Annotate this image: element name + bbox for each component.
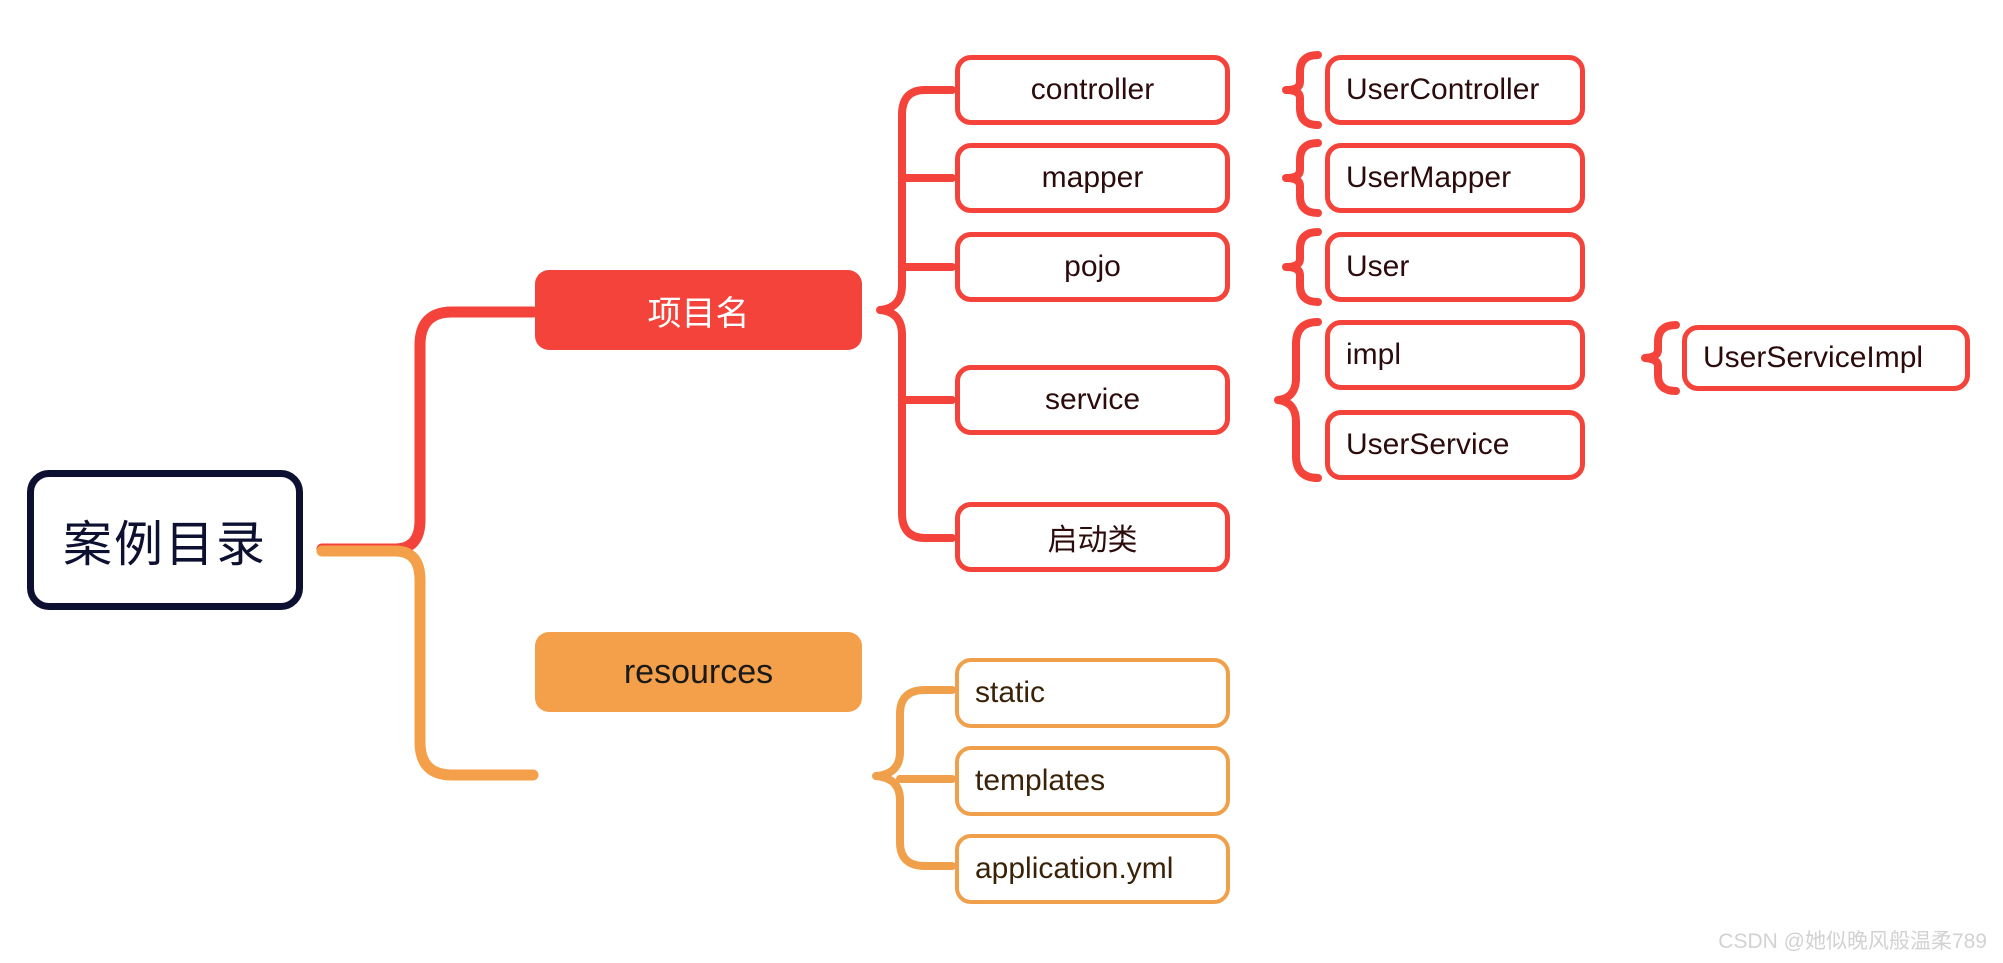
connector-root-to-resources: [316, 545, 539, 781]
node-resources[interactable]: resources: [535, 632, 862, 712]
node-impl[interactable]: impl: [1325, 320, 1585, 390]
node-pojo[interactable]: pojo: [955, 232, 1230, 302]
connector-impl-to-userserviceimpl: [1641, 321, 1680, 395]
node-user-controller[interactable]: UserController: [1325, 55, 1585, 125]
node-user[interactable]: User: [1325, 232, 1585, 302]
node-user-service-impl[interactable]: UserServiceImpl: [1682, 325, 1970, 391]
connector-resources-brace: [872, 686, 956, 870]
node-user-mapper[interactable]: UserMapper: [1325, 143, 1585, 213]
diagram-canvas: 案例目录 项目名 resources controller mapper pojo se…: [0, 0, 2003, 963]
connector-controller-to-usercontroller: [1282, 51, 1322, 129]
node-root-case-directory[interactable]: 案例目录: [27, 470, 303, 610]
node-application-yml[interactable]: application.yml: [955, 834, 1230, 904]
node-mapper[interactable]: mapper: [955, 143, 1230, 213]
node-templates[interactable]: templates: [955, 746, 1230, 816]
connector-project-brace: [876, 86, 956, 542]
connector-service-brace: [1274, 318, 1322, 482]
node-project[interactable]: 项目名: [535, 270, 862, 350]
node-static[interactable]: static: [955, 658, 1230, 728]
connector-root-to-project: [316, 306, 539, 555]
node-user-service[interactable]: UserService: [1325, 410, 1585, 480]
connector-pojo-to-user: [1282, 228, 1322, 306]
node-service[interactable]: service: [955, 365, 1230, 435]
connector-mapper-to-usermapper: [1282, 139, 1322, 217]
csdn-watermark: CSDN @她似晚风般温柔789: [1718, 930, 1987, 953]
node-controller[interactable]: controller: [955, 55, 1230, 125]
node-startup-class[interactable]: 启动类: [955, 502, 1230, 572]
